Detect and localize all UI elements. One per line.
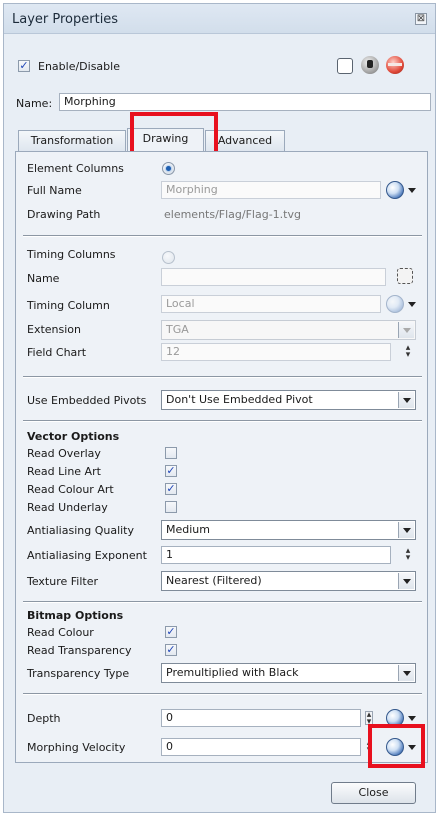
read-line-art-checkbox[interactable]: ✓ (165, 465, 177, 477)
element-columns-radio[interactable] (162, 162, 175, 175)
timing-column-field[interactable]: Local (161, 295, 381, 313)
use-embedded-pivots-label: Use Embedded Pivots (27, 394, 147, 407)
antialiasing-quality-label: Antialiasing Quality (27, 524, 135, 537)
read-line-art-label: Read Line Art (27, 465, 101, 478)
spinner-icon[interactable]: ▴ ▾ (404, 344, 412, 360)
timing-column-label: Timing Column (27, 299, 110, 312)
chevron-down-icon[interactable] (398, 322, 414, 338)
chevron-down-icon[interactable] (408, 188, 416, 193)
texture-filter-label: Texture Filter (27, 575, 99, 588)
chevron-down-icon[interactable] (408, 716, 416, 721)
divider (23, 376, 422, 378)
morphing-velocity-field[interactable]: 0 (161, 738, 361, 756)
embedded-pivot-select[interactable]: Don't Use Embedded Pivot (161, 390, 416, 410)
depth-label: Depth (27, 712, 61, 725)
spinner-icon[interactable]: ▴ ▾ (404, 547, 412, 563)
read-colour-art-label: Read Colour Art (27, 483, 114, 496)
bitmap-options-title: Bitmap Options (27, 609, 124, 622)
chevron-down-icon[interactable] (398, 665, 414, 681)
divider (23, 235, 422, 237)
morphing-velocity-highlight (368, 724, 425, 768)
close-button[interactable]: Close (331, 782, 416, 804)
texture-filter-value: Nearest (Filtered) (166, 574, 262, 587)
lock-icon[interactable] (361, 56, 379, 74)
read-colour-art-checkbox[interactable]: ✓ (165, 483, 177, 495)
read-underlay-checkbox[interactable] (165, 501, 177, 513)
read-colour-label: Read Colour (27, 626, 94, 639)
read-overlay-label: Read Overlay (27, 447, 101, 460)
read-transparency-label: Read Transparency (27, 644, 132, 657)
timing-columns-radio[interactable] (162, 251, 175, 264)
antialiasing-exponent-field[interactable]: 1 (161, 546, 391, 564)
timing-columns-label: Timing Columns (27, 248, 116, 261)
read-colour-checkbox[interactable]: ✓ (165, 626, 177, 638)
chevron-down-icon[interactable] (398, 392, 414, 408)
read-transparency-checkbox[interactable]: ✓ (165, 644, 177, 656)
browse-icon[interactable] (397, 268, 413, 284)
full-name-label: Full Name (27, 184, 82, 197)
divider (23, 601, 422, 603)
morphing-velocity-label: Morphing Velocity (27, 741, 126, 754)
chevron-down-icon[interactable] (398, 573, 414, 589)
timing-name-field[interactable] (161, 268, 386, 286)
antialiasing-quality-value: Medium (166, 523, 210, 536)
layer-properties-window: Layer Properties ⊠ ✓ Enable/Disable Name… (3, 3, 436, 813)
divider (23, 420, 422, 422)
transparency-type-label: Transparency Type (27, 667, 130, 680)
enable-label: Enable/Disable (38, 60, 120, 73)
texture-filter-select[interactable]: Nearest (Filtered) (161, 571, 416, 591)
title-bar[interactable]: Layer Properties ⊠ (4, 4, 435, 34)
layer-name-field[interactable]: Morphing (59, 93, 431, 111)
chevron-down-icon[interactable] (408, 302, 416, 307)
transparency-type-value: Premultiplied with Black (166, 666, 299, 679)
vector-options-title: Vector Options (27, 430, 120, 443)
extension-select[interactable]: TGA (161, 320, 416, 340)
drawing-path-label: Drawing Path (27, 208, 101, 221)
transparency-type-select[interactable]: Premultiplied with Black (161, 663, 416, 683)
extension-label: Extension (27, 323, 82, 336)
tab-transformation[interactable]: Transformation (18, 130, 126, 152)
antialiasing-exponent-label: Antialiasing Exponent (27, 549, 147, 562)
field-chart-label: Field Chart (27, 346, 87, 359)
enable-checkbox[interactable]: ✓ (18, 60, 30, 72)
read-underlay-label: Read Underlay (27, 501, 108, 514)
full-name-field[interactable]: Morphing (161, 181, 381, 199)
chevron-down-icon[interactable] (398, 522, 414, 538)
window-title: Layer Properties (12, 12, 119, 27)
function-icon[interactable] (386, 295, 404, 313)
antialiasing-quality-select[interactable]: Medium (161, 520, 416, 540)
square-toggle-icon[interactable] (337, 58, 353, 74)
field-chart-field[interactable]: 12 (161, 343, 391, 361)
embedded-pivot-value: Don't Use Embedded Pivot (166, 393, 313, 406)
layer-color-icon[interactable] (386, 56, 404, 74)
drawing-path-value: elements/Flag/Flag-1.tvg (164, 208, 301, 221)
depth-field[interactable]: 0 (161, 709, 361, 727)
extension-value: TGA (166, 323, 189, 336)
timing-name-label: Name (27, 272, 60, 285)
divider (23, 693, 422, 695)
spinner-icon[interactable]: ▴ ▾ (365, 711, 373, 727)
close-window-icon[interactable]: ⊠ (415, 13, 427, 25)
read-overlay-checkbox[interactable] (165, 447, 177, 459)
element-columns-label: Element Columns (27, 162, 124, 175)
function-icon[interactable] (386, 181, 404, 199)
name-label: Name: (16, 97, 53, 110)
